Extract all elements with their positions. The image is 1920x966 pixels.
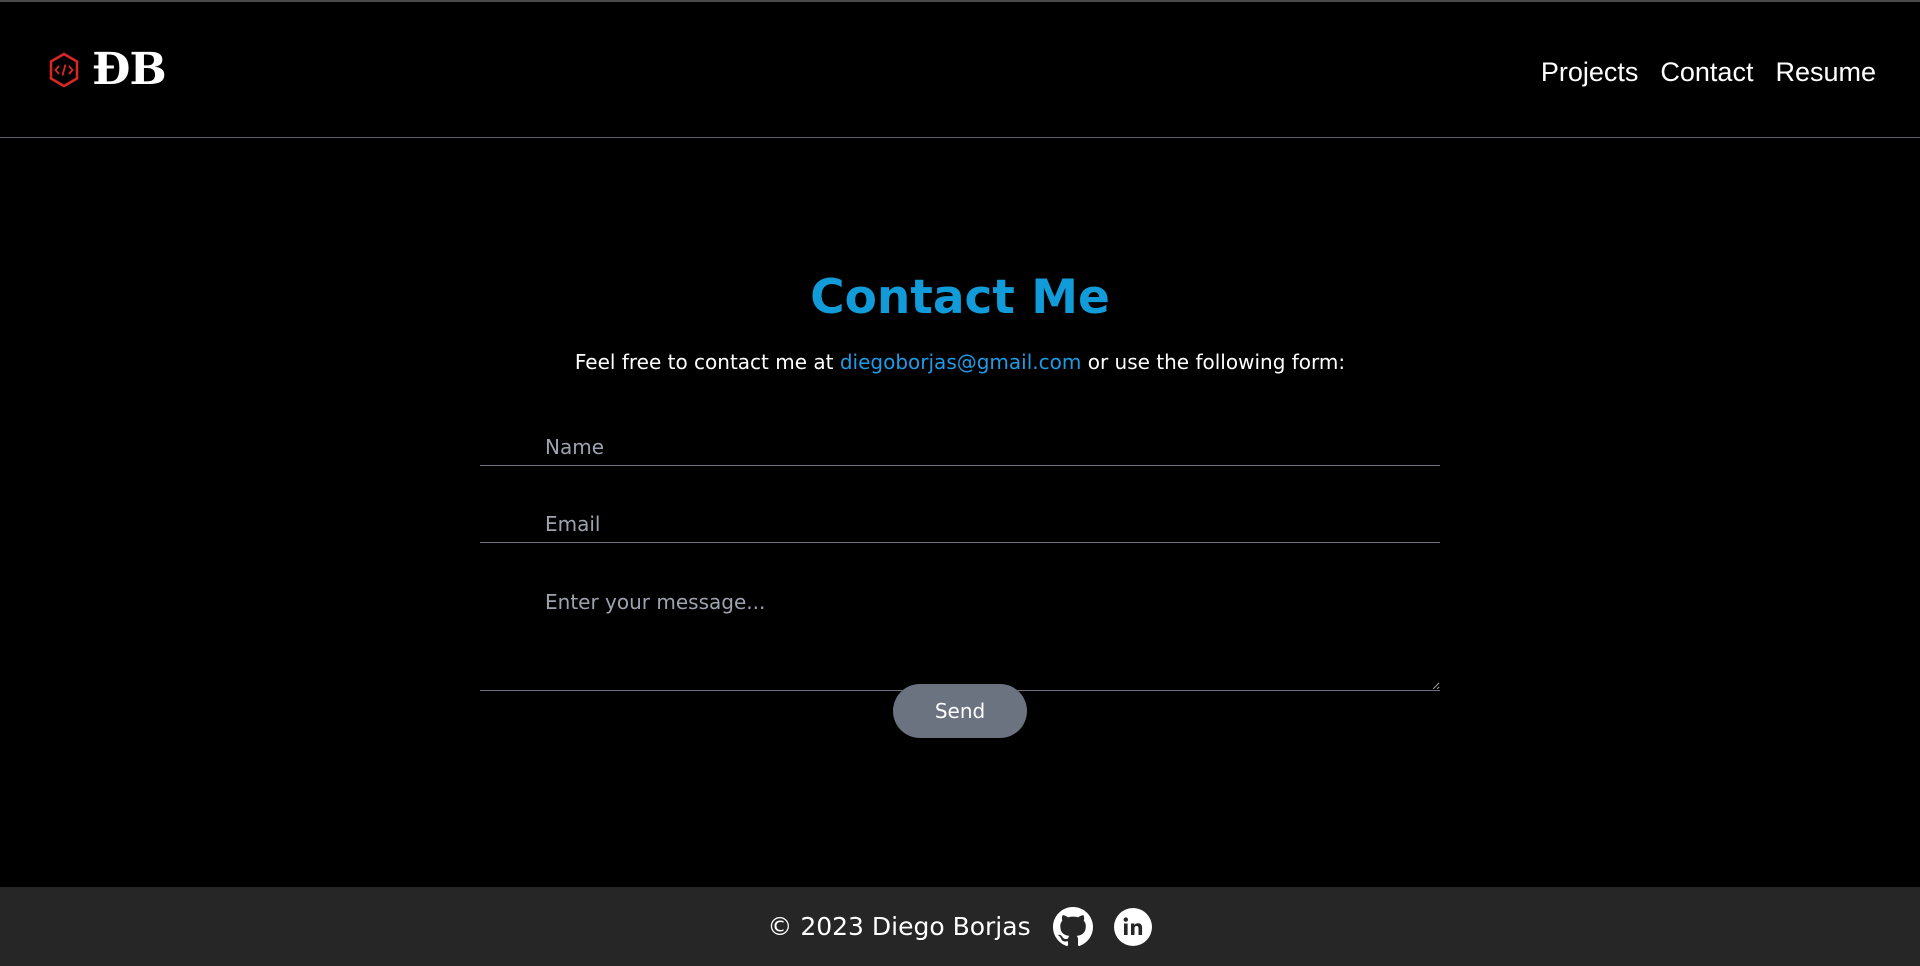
logo-text: ĐB [92, 44, 167, 95]
send-button[interactable]: Send [893, 684, 1027, 738]
site-header: ĐB Projects Contact Resume [0, 2, 1920, 138]
home-logo-link[interactable]: ĐB [48, 44, 167, 95]
github-link[interactable] [1052, 906, 1093, 947]
page-title: Contact Me [810, 270, 1110, 325]
linkedin-icon [1113, 907, 1152, 946]
intro-text-after: or use the following form: [1081, 350, 1346, 374]
nav-link-contact[interactable]: Contact [1660, 54, 1753, 90]
email-field[interactable] [480, 505, 1440, 543]
main-nav: Projects Contact Resume [1541, 54, 1876, 90]
site-footer: © 2023 Diego Borjas [0, 887, 1920, 966]
name-field[interactable] [480, 428, 1440, 466]
contact-section: Contact Me Feel free to contact me at di… [0, 138, 1920, 887]
copyright-text: © 2023 Diego Borjas [767, 912, 1031, 941]
nav-link-resume[interactable]: Resume [1775, 54, 1876, 90]
intro-text-before: Feel free to contact me at [574, 350, 840, 374]
contact-intro: Feel free to contact me at diegoborjas@g… [0, 348, 1920, 376]
linkedin-link[interactable] [1113, 907, 1153, 947]
page: ĐB Projects Contact Resume Contact Me Fe… [0, 0, 1920, 966]
nav-link-projects[interactable]: Projects [1541, 54, 1639, 90]
message-textarea[interactable] [480, 578, 1440, 691]
code-hexagon-icon [49, 52, 79, 88]
email-link[interactable]: diegoborjas@gmail.com [840, 350, 1082, 374]
github-icon [1052, 906, 1093, 946]
